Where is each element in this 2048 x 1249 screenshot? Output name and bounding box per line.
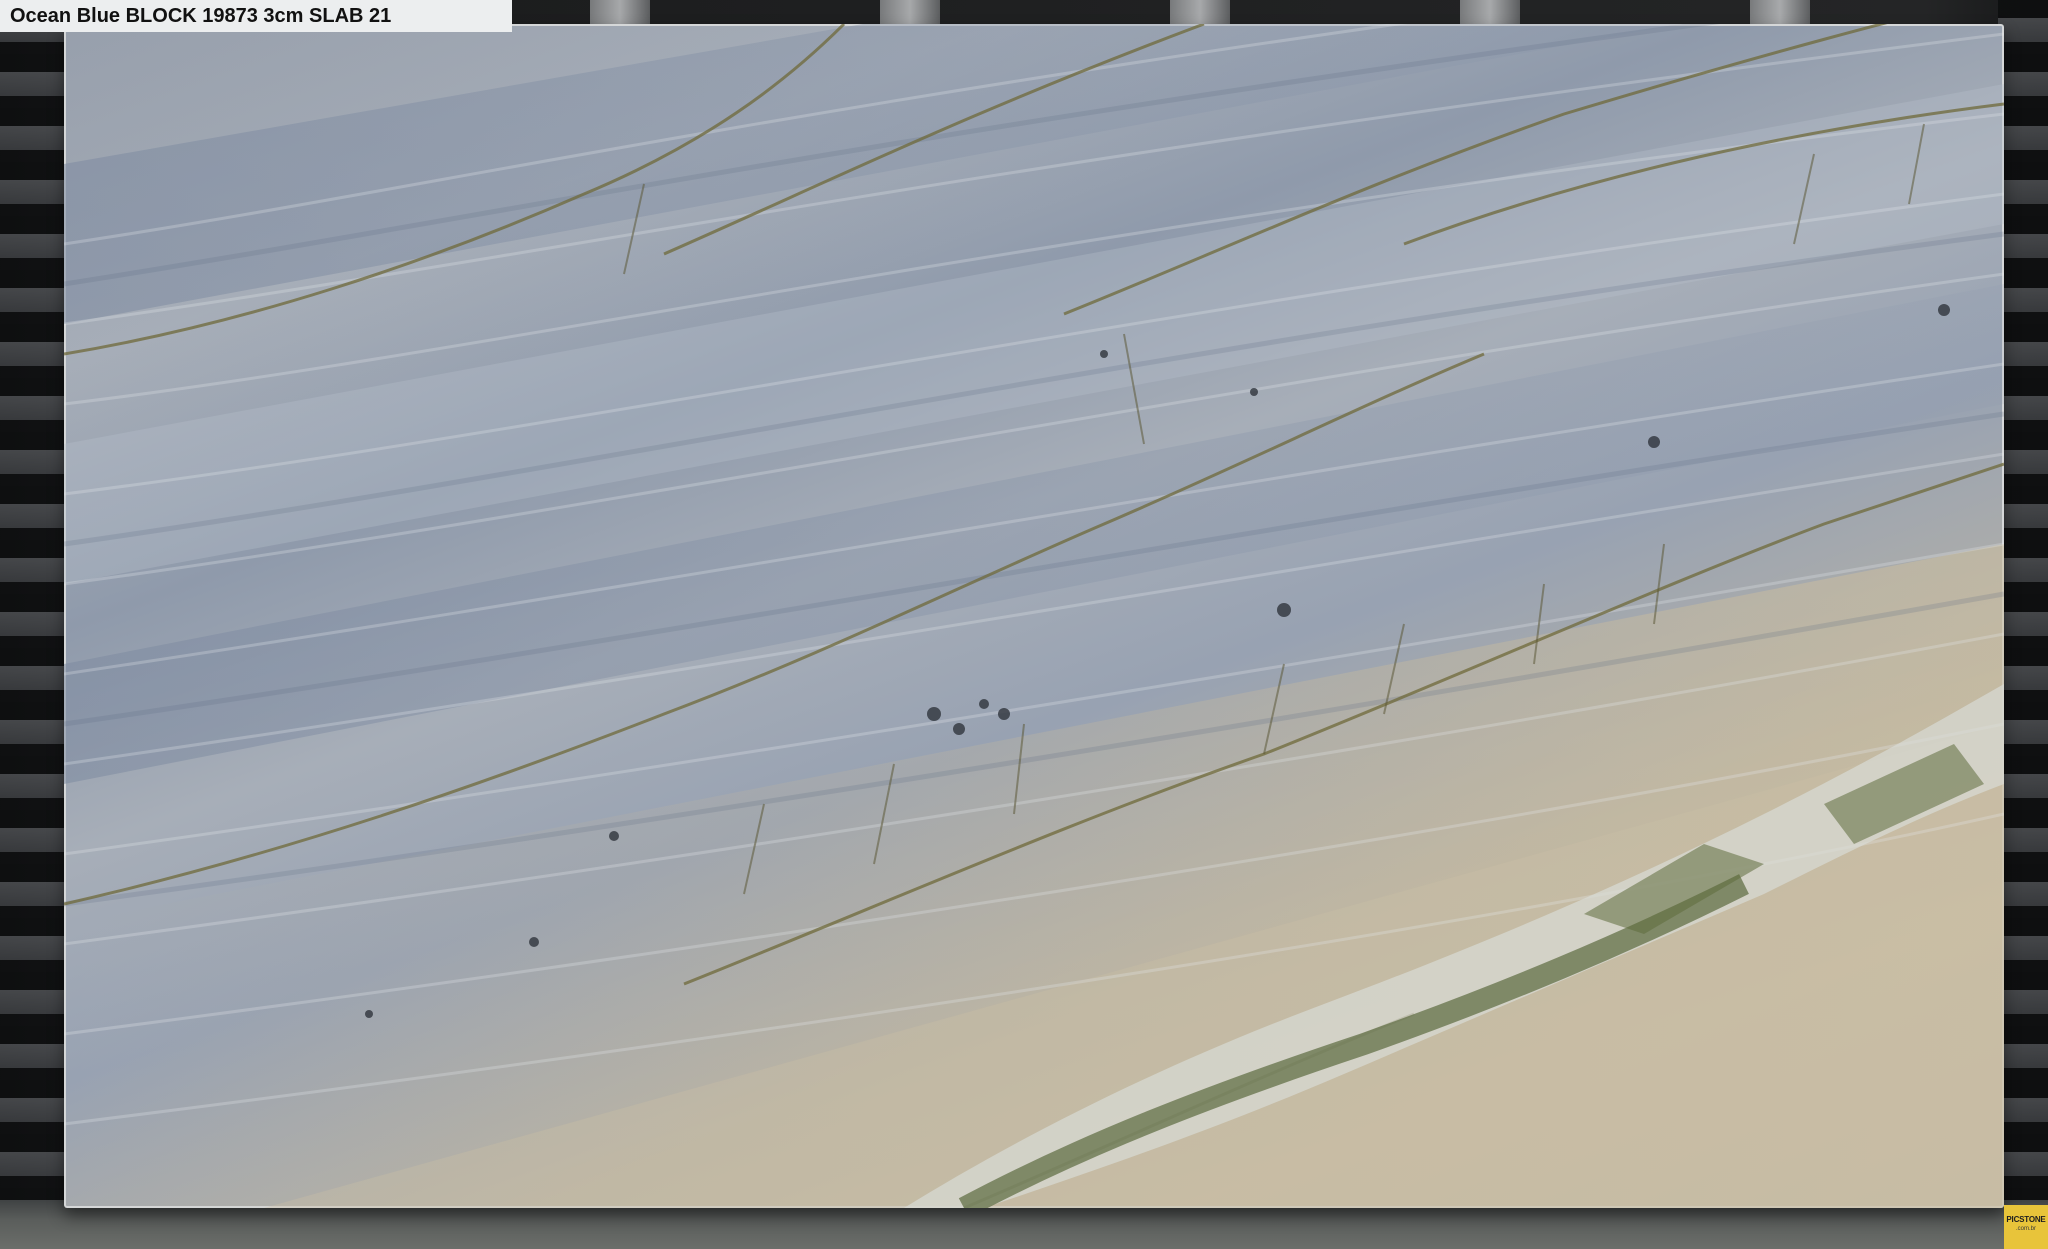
marble-slab: [64, 24, 2004, 1208]
slab-texture: [64, 24, 2004, 1208]
picstone-watermark-logo: PICSTONE .com.br: [2004, 1205, 2048, 1249]
watermark-domain: .com.br: [2015, 1226, 2036, 1232]
right-slab-rack: [1998, 0, 2048, 1249]
watermark-brand: PICSTONE: [2006, 1215, 2046, 1224]
left-slab-rack: [0, 0, 70, 1249]
stone-slab-photo: Ocean Blue BLOCK 19873 3cm SLAB 21 PICST…: [0, 0, 2048, 1249]
slab-title-caption: Ocean Blue BLOCK 19873 3cm SLAB 21: [0, 0, 512, 32]
